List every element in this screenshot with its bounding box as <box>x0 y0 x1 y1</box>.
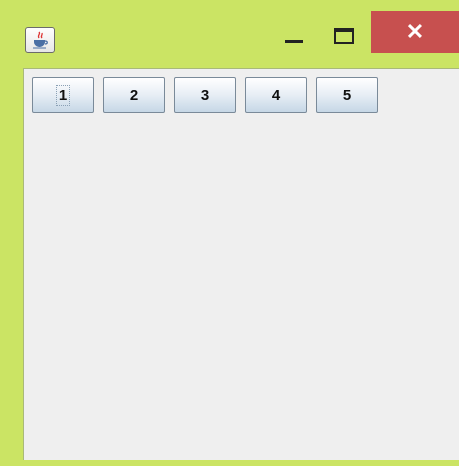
java-coffee-icon[interactable] <box>25 27 55 53</box>
button-5-label: 5 <box>342 86 352 104</box>
button-3[interactable]: 3 <box>174 77 236 113</box>
button-4[interactable]: 4 <box>245 77 307 113</box>
button-1[interactable]: 1 <box>32 77 94 113</box>
close-icon[interactable]: ✕ <box>371 11 459 53</box>
title-bar[interactable]: ✕ <box>0 0 459 60</box>
button-2[interactable]: 2 <box>103 77 165 113</box>
button-5[interactable]: 5 <box>316 77 378 113</box>
button-2-label: 2 <box>129 86 139 104</box>
maximize-icon[interactable] <box>325 22 365 56</box>
button-3-label: 3 <box>200 86 210 104</box>
button-1-label: 1 <box>55 84 71 106</box>
app-window: ✕ 1 2 3 4 5 <box>0 0 459 466</box>
minimize-icon[interactable] <box>275 22 315 56</box>
button-row: 1 2 3 4 5 <box>32 77 378 113</box>
button-4-label: 4 <box>271 86 281 104</box>
content-panel: 1 2 3 4 5 <box>23 68 459 460</box>
